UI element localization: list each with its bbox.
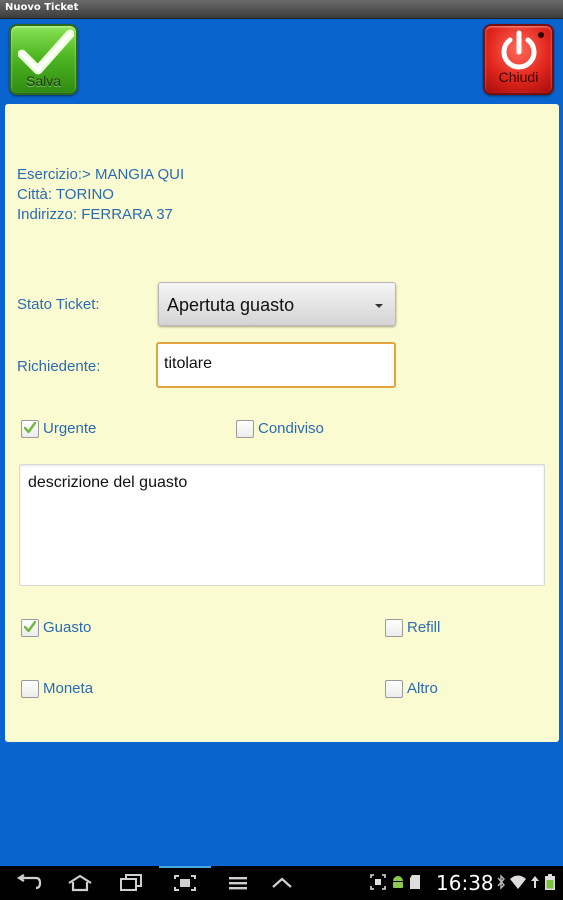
android-icon — [393, 876, 403, 888]
richiedente-input[interactable]: titolare — [156, 342, 396, 388]
checkbox-box — [385, 619, 403, 637]
stato-ticket-dropdown[interactable]: Apertuta guasto — [158, 282, 396, 326]
guasto-label: Guasto — [43, 619, 92, 636]
battery-icon — [545, 874, 555, 890]
descrizione-textarea[interactable]: descrizione del guasto — [19, 464, 545, 586]
checkbox-box — [385, 680, 403, 698]
check-icon — [23, 421, 37, 434]
checkbox-box — [21, 619, 39, 637]
checkbox-box — [21, 680, 39, 698]
stato-ticket-label: Stato Ticket: — [17, 296, 100, 313]
form-panel: Esercizio:> MANGIA QUI Città: TORINO Ind… — [5, 104, 559, 742]
active-indicator — [159, 866, 211, 868]
wifi-icon — [510, 875, 526, 889]
up-icon[interactable] — [270, 874, 294, 892]
save-button-label: Salva — [25, 73, 62, 89]
check-icon — [23, 620, 37, 633]
indicator-dot — [538, 32, 544, 38]
menu-icon[interactable] — [227, 874, 249, 892]
screenshot-notification-icon — [370, 874, 386, 890]
recent-apps-icon[interactable] — [118, 874, 144, 892]
esercizio-text: Esercizio:> MANGIA QUI — [17, 166, 185, 183]
location-info: Esercizio:> MANGIA QUI Città: TORINO Ind… — [17, 165, 184, 225]
richiedente-label: Richiedente: — [17, 358, 101, 375]
dropdown-caret-icon — [375, 304, 383, 308]
bluetooth-icon — [497, 874, 505, 890]
title-bar: Nuovo Ticket — [0, 0, 563, 19]
window-title: Nuovo Ticket — [5, 2, 79, 13]
citta-text: Città: TORINO — [17, 186, 114, 203]
moneta-label: Moneta — [43, 680, 94, 697]
back-icon[interactable] — [16, 874, 42, 892]
upload-icon — [531, 876, 539, 888]
indirizzo-text: Indirizzo: FERRARA 37 — [17, 206, 173, 223]
power-icon — [501, 30, 537, 70]
checkmark-icon — [18, 29, 74, 75]
altro-label: Altro — [407, 680, 438, 697]
urgente-label: Urgente — [43, 420, 97, 437]
close-button-label: Chiudi — [498, 69, 539, 85]
condiviso-label: Condiviso — [258, 420, 324, 437]
screenshot-icon[interactable] — [173, 874, 197, 892]
save-button[interactable]: Salva — [9, 24, 78, 95]
checkbox-box — [236, 420, 254, 438]
home-icon[interactable] — [66, 874, 94, 892]
system-nav-bar: 16:38 — [0, 866, 563, 900]
stato-ticket-value: Apertuta guasto — [167, 295, 295, 315]
sd-card-icon — [410, 875, 420, 889]
refill-label: Refill — [407, 619, 441, 636]
status-clock: 16:38 — [436, 871, 494, 895]
checkbox-box — [21, 420, 39, 438]
close-button[interactable]: Chiudi — [483, 24, 554, 95]
